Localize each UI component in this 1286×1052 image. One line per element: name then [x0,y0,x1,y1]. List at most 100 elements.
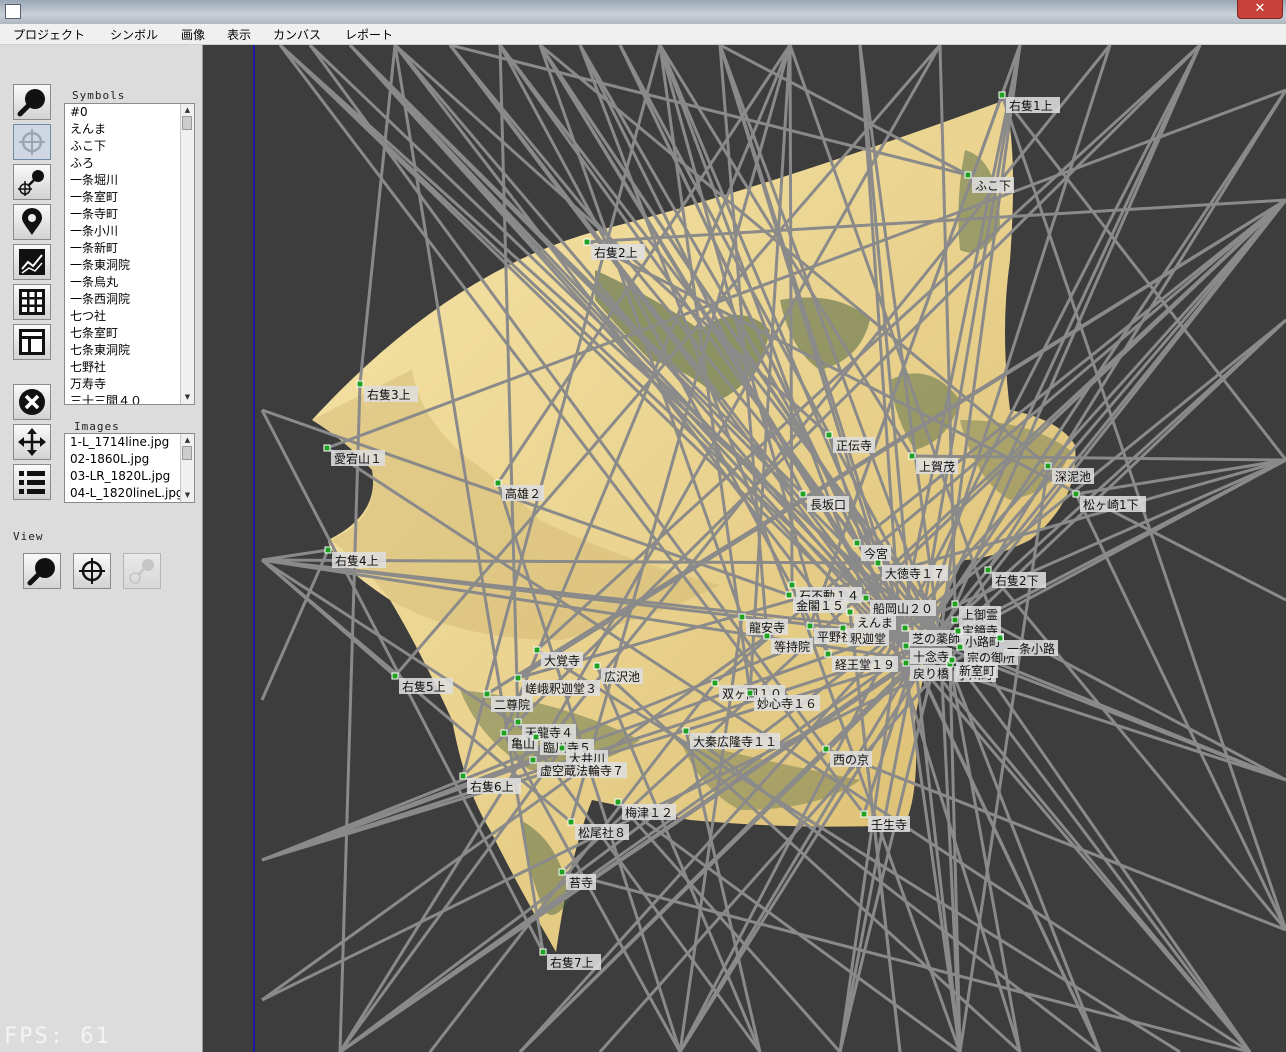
marker-point-icon[interactable] [902,659,910,667]
image-list-item[interactable]: 02-1860L.jpg [65,451,194,468]
marker-point-icon[interactable] [788,581,796,589]
marker-point-icon[interactable] [901,624,909,632]
marker-point-icon[interactable] [494,479,502,487]
grid-tool-button[interactable] [13,284,51,320]
marker-point-icon[interactable] [822,745,830,753]
view-zoom-button[interactable] [23,553,61,589]
marker-point-icon[interactable] [806,622,814,630]
symbol-list-item[interactable]: #0 [65,104,194,121]
marker-point-icon[interactable] [862,594,870,602]
marker-point-icon[interactable] [874,559,882,567]
marker-point-icon[interactable] [682,727,690,735]
image-list-item[interactable]: 03-LR_1820L.jpg [65,468,194,485]
symbols-list[interactable]: #0 えんま ふこ下 ふろ 一条堀川 一条室町 一条寺町 一条小川 一条新町 一条東洞院 一条烏丸一… [64,103,195,405]
marker-point-icon[interactable] [846,608,854,616]
marker-point-icon[interactable] [951,616,959,624]
symbol-list-item[interactable]: 一条小川 [65,223,194,240]
view-crosshair-button[interactable] [73,553,111,589]
image-list-item[interactable]: 1-L_1714line.jpg [65,434,194,451]
menu-symbol[interactable]: シンボル [110,26,158,43]
symbol-list-item[interactable]: 一条寺町 [65,206,194,223]
chart-tool-button[interactable] [13,244,51,280]
marker-point-icon[interactable] [323,444,331,452]
marker-point-icon[interactable] [500,729,508,737]
map-pin-tool-button[interactable] [13,204,51,240]
symbol-list-item[interactable]: 一条堀川 [65,172,194,189]
marker-point-icon[interactable] [567,818,575,826]
marker-point-icon[interactable] [711,679,719,687]
marker-point-icon[interactable] [785,591,793,599]
symbol-list-item[interactable]: 三十三間４０ [65,393,194,404]
marker-point-icon[interactable] [839,624,847,632]
marker-point-icon[interactable] [954,627,962,635]
view-pin-button[interactable] [123,553,161,589]
symbol-list-item[interactable]: 七条室町 [65,325,194,342]
delete-tool-button[interactable] [13,384,51,420]
marker-point-icon[interactable] [514,718,522,726]
marker-point-icon[interactable] [529,756,537,764]
image-list-item[interactable]: 04-L_1820lineL.jpg [65,485,194,502]
marker-point-icon[interactable] [956,643,964,651]
add-point-tool-button[interactable] [13,164,51,200]
marker-point-icon[interactable] [539,948,547,956]
marker-point-icon[interactable] [533,646,541,654]
symbol-list-item[interactable]: ふろ [65,155,194,172]
scroll-down-icon[interactable]: ▼ [183,491,192,500]
marker-point-icon[interactable] [391,672,399,680]
marker-point-icon[interactable] [799,490,807,498]
marker-point-icon[interactable] [583,238,591,246]
marker-point-icon[interactable] [1072,490,1080,498]
menu-canvas[interactable]: カンバス [273,26,321,43]
marker-point-icon[interactable] [951,600,959,608]
scroll-down-icon[interactable]: ▼ [183,393,192,402]
menu-project[interactable]: プロジェクト [13,26,85,43]
symbol-list-item[interactable]: 万寿寺 [65,376,194,393]
crosshair-tool-button[interactable] [13,124,51,160]
images-list[interactable]: 1-L_1714line.jpg 02-1860L.jpg 03-LR_1820L.… [64,433,195,503]
map-canvas[interactable]: 右隻1上 ふこ下 右隻2上 右隻3上 愛宕山１ 高雄２ 正伝寺 上賀茂 深泥池 松ヶ崎1下 長坂口右… [203,45,1286,1052]
symbol-list-item[interactable]: 一条室町 [65,189,194,206]
marker-point-icon[interactable] [948,656,956,664]
symbol-list-item[interactable]: ふこ下 [65,138,194,155]
marker-point-icon[interactable] [532,733,540,741]
symbol-marker[interactable]: 右隻7上 [539,948,601,970]
close-button[interactable]: ✕ [1237,0,1283,19]
symbol-list-item[interactable]: 一条新町 [65,240,194,257]
symbol-list-item[interactable]: 七野社 [65,359,194,376]
marker-point-icon[interactable] [824,650,832,658]
symbol-list-item[interactable]: 一条東洞院 [65,257,194,274]
symbol-marker[interactable]: 右隻1上 [998,91,1060,113]
marker-point-icon[interactable] [738,613,746,621]
list-tool-button[interactable] [13,464,51,500]
marker-point-icon[interactable] [825,431,833,439]
zoom-tool-button[interactable] [13,84,51,120]
marker-point-icon[interactable] [356,380,364,388]
layout-tool-button[interactable] [13,324,51,360]
symbol-list-item[interactable]: 一条烏丸 [65,274,194,291]
symbol-list-item[interactable]: 七条東洞院 [65,342,194,359]
marker-point-icon[interactable] [514,674,522,682]
marker-point-icon[interactable] [459,772,467,780]
marker-point-icon[interactable] [902,642,910,650]
symbol-marker[interactable]: 一条小路 [996,634,1058,656]
symbols-scrollbar[interactable]: ▲ ▼ [180,104,194,404]
scroll-up-icon[interactable]: ▲ [183,436,192,445]
images-scrollbar[interactable]: ▲ ▼ [180,434,194,502]
marker-point-icon[interactable] [746,689,754,697]
marker-point-icon[interactable] [860,810,868,818]
menu-image[interactable]: 画像 [181,26,205,43]
marker-point-icon[interactable] [763,632,771,640]
marker-point-icon[interactable] [593,662,601,670]
marker-point-icon[interactable] [324,546,332,554]
marker-point-icon[interactable] [1044,462,1052,470]
move-tool-button[interactable] [13,424,51,460]
symbol-list-item[interactable]: 一条西洞院 [65,291,194,308]
marker-point-icon[interactable] [558,744,566,752]
menu-report[interactable]: レポート [345,26,393,43]
menu-view[interactable]: 表示 [227,26,251,43]
symbol-list-item[interactable]: 七つ社 [65,308,194,325]
marker-point-icon[interactable] [908,452,916,460]
marker-point-icon[interactable] [558,868,566,876]
marker-point-icon[interactable] [853,539,861,547]
canvas-svg[interactable]: 右隻1上ふこ下右隻2上右隻3上愛宕山１ 高雄２ 正伝寺上賀茂深泥池松ヶ崎1下 長坂口右… [203,45,1286,1052]
